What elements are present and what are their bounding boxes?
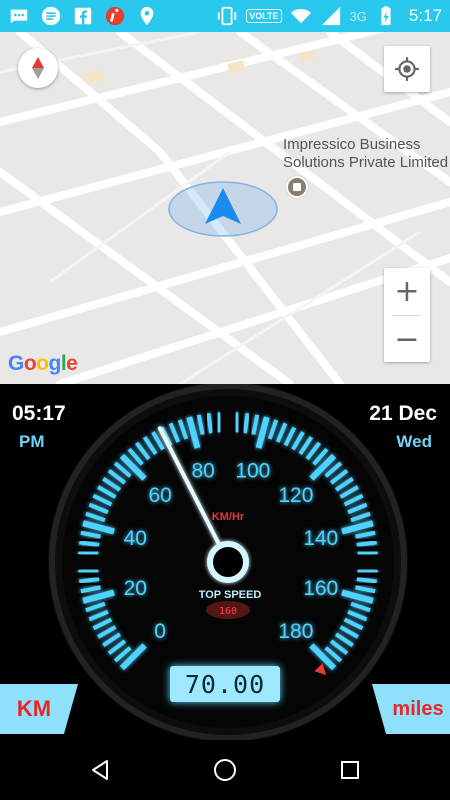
back-icon bbox=[92, 760, 108, 780]
minor-tick bbox=[206, 413, 214, 434]
scale-label: 20 bbox=[124, 577, 147, 600]
my-location-button[interactable] bbox=[384, 46, 430, 92]
status-bar: VOLTE 3G 5:17 bbox=[0, 0, 450, 32]
messaging-icon bbox=[10, 9, 28, 24]
scale-label: 80 bbox=[191, 459, 214, 482]
home-button[interactable] bbox=[209, 754, 241, 786]
google-logo-letter: o bbox=[36, 352, 49, 375]
clock-time: 05:17 bbox=[12, 402, 66, 425]
scale-label: 100 bbox=[235, 459, 270, 482]
recents-icon bbox=[341, 761, 359, 779]
location-icon bbox=[140, 6, 154, 26]
map-view[interactable]: Impressico Business Solutions Private Li… bbox=[0, 32, 450, 384]
google-logo-letter: G bbox=[8, 352, 24, 375]
minor-tick bbox=[356, 540, 377, 548]
minor-tick bbox=[356, 576, 377, 584]
date-label: 21 Dec bbox=[369, 402, 437, 425]
wifi-icon bbox=[290, 8, 311, 24]
back-button[interactable] bbox=[84, 754, 116, 786]
minor-tick bbox=[79, 540, 100, 548]
scale-label: 120 bbox=[278, 484, 313, 507]
info-app-icon bbox=[105, 6, 125, 26]
minor-tick bbox=[357, 550, 378, 556]
facebook-icon bbox=[74, 7, 92, 25]
top-speed-label: TOP SPEED bbox=[199, 589, 262, 601]
scale-label: 60 bbox=[148, 484, 171, 507]
clock-ampm: PM bbox=[19, 432, 45, 451]
minor-tick bbox=[78, 550, 99, 556]
minor-tick bbox=[234, 412, 240, 433]
current-location-arrow-icon bbox=[168, 181, 278, 237]
minor-tick bbox=[216, 412, 222, 433]
minor-tick bbox=[78, 568, 99, 574]
minor-tick bbox=[242, 413, 250, 434]
scale-label: 0 bbox=[154, 620, 166, 643]
status-time: 5:17 bbox=[408, 6, 442, 25]
scale-label: 40 bbox=[124, 527, 147, 550]
google-logo: Google bbox=[8, 352, 78, 376]
unit-label: KM/Hr bbox=[212, 511, 245, 523]
scale-label: 180 bbox=[278, 620, 313, 643]
poi-label-line2: Solutions Private Limited bbox=[283, 154, 449, 171]
minor-tick bbox=[357, 568, 378, 574]
message-icon bbox=[41, 6, 61, 26]
signal-icon bbox=[321, 6, 340, 26]
poi-marker-icon[interactable] bbox=[286, 176, 308, 198]
top-speed-value: 160 bbox=[219, 606, 237, 617]
network-type-label: 3G bbox=[349, 8, 367, 24]
google-logo-letter: e bbox=[66, 352, 78, 375]
needle-hub bbox=[207, 541, 249, 583]
zoom-out-button[interactable]: − bbox=[384, 316, 430, 362]
compass-button[interactable] bbox=[18, 48, 58, 88]
scale-label: 140 bbox=[303, 527, 338, 550]
zoom-in-button[interactable]: + bbox=[384, 268, 430, 314]
vibrate-icon bbox=[218, 6, 237, 26]
system-nav-bar bbox=[0, 740, 450, 800]
recents-button[interactable] bbox=[334, 754, 366, 786]
app-screen: VOLTE 3G 5:17 Impressico Business Soluti… bbox=[0, 0, 450, 800]
poi-label-line1: Impressico Business bbox=[283, 136, 421, 153]
google-logo-letter: g bbox=[48, 352, 62, 375]
scale-label: 160 bbox=[303, 577, 338, 600]
weekday-label: Wed bbox=[396, 432, 432, 451]
digital-speed-readout: 70.00 bbox=[170, 666, 280, 702]
compass-icon bbox=[32, 57, 44, 79]
google-logo-letter: o bbox=[23, 352, 37, 375]
home-icon bbox=[214, 759, 236, 781]
battery-charging-icon bbox=[381, 6, 391, 26]
poi-label[interactable]: Impressico Business Solutions Private Li… bbox=[283, 136, 448, 172]
minor-tick bbox=[79, 576, 100, 584]
speedometer-panel: 0 20 40 60 80 100 120 140 160 180 KM/Hr TOP SPEED 16… bbox=[0, 384, 450, 740]
volte-icon: VOLTE bbox=[246, 9, 282, 23]
zoom-controls: + − bbox=[384, 268, 430, 362]
my-location-icon bbox=[395, 57, 419, 81]
